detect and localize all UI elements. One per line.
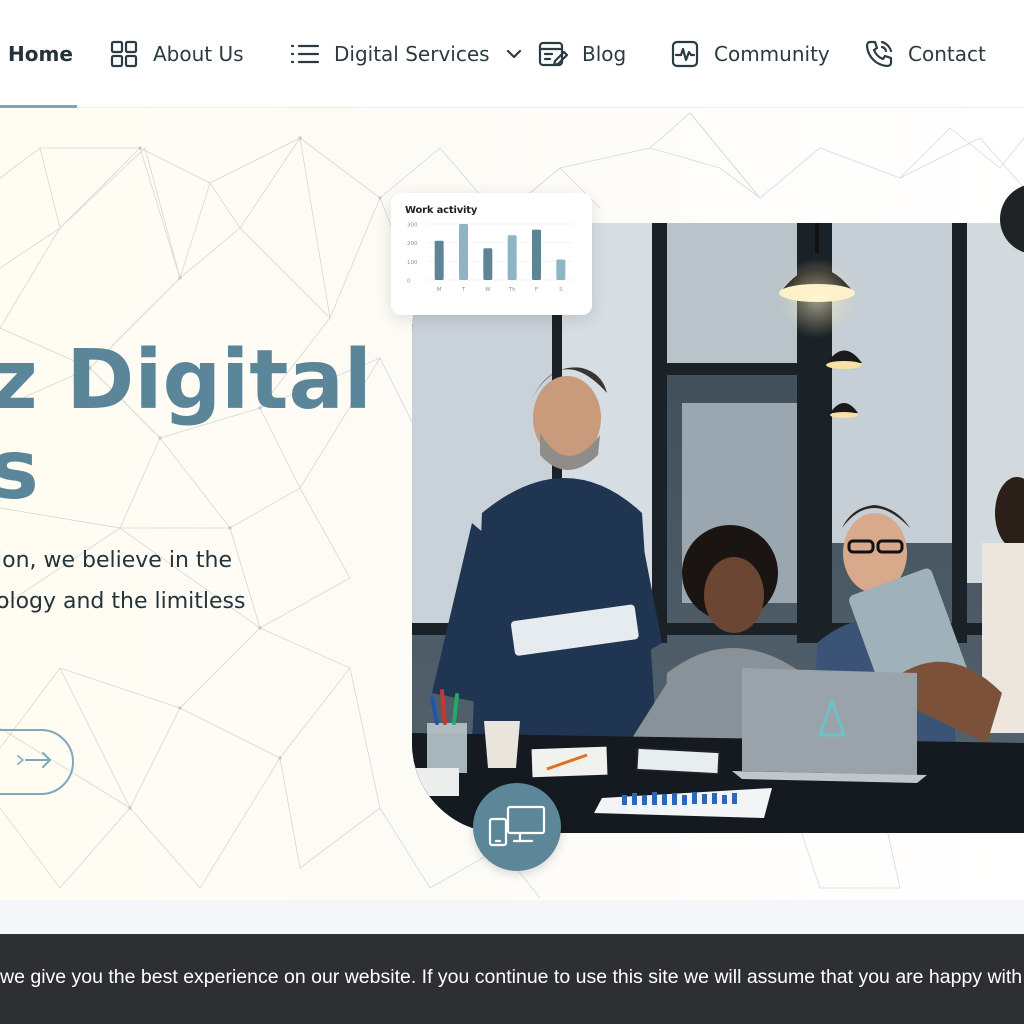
section-divider — [0, 900, 1024, 934]
grid-icon — [109, 39, 139, 69]
y-tick-label: 300 — [407, 223, 418, 229]
hero-cta-button[interactable] — [0, 729, 74, 795]
nav-home[interactable]: Home — [8, 0, 73, 108]
nav-community-label: Community — [714, 42, 830, 66]
work-activity-card: Work activity 300 200 100 0 M T W Th F S — [391, 193, 592, 315]
cookie-banner: we give you the best experience on our w… — [0, 934, 1024, 1024]
x-tick-label: T — [461, 287, 466, 293]
hero-section: z Digital s ion, we believe in the ology… — [0, 108, 1024, 900]
arrow-right-icon — [16, 750, 54, 774]
x-tick-label: Th — [508, 287, 516, 293]
hero-title: z Digital s — [0, 333, 372, 518]
hero-description: ion, we believe in the ology and the lim… — [0, 548, 246, 614]
nav-blog[interactable]: Blog — [538, 0, 626, 108]
nav-contact-label: Contact — [908, 42, 986, 66]
edit-note-icon — [538, 39, 568, 69]
x-tick-label: W — [485, 287, 491, 293]
chart-bar — [434, 240, 444, 280]
nav-contact[interactable]: Contact — [864, 0, 986, 108]
x-tick-label: F — [535, 287, 538, 293]
chart-bar — [483, 248, 493, 280]
y-tick-label: 100 — [407, 260, 418, 266]
work-activity-chart: 300 200 100 0 M T W Th F S — [407, 223, 573, 293]
nav-community[interactable]: Community — [670, 0, 830, 108]
chevron-down-icon — [504, 39, 524, 69]
pulse-icon — [670, 39, 700, 69]
chart-bar — [459, 224, 468, 280]
y-tick-label: 0 — [407, 279, 411, 285]
devices-icon — [486, 801, 548, 853]
nav-digital-services[interactable]: Digital Services — [290, 0, 524, 108]
x-tick-label: M — [437, 287, 442, 293]
nav-about-us-label: About Us — [153, 42, 244, 66]
nav-home-label: Home — [8, 42, 73, 66]
nav-digital-services-label: Digital Services — [334, 42, 490, 66]
devices-badge[interactable] — [473, 783, 561, 871]
main-nav: Home About Us Digital Services Blog Comm… — [0, 0, 1024, 108]
x-tick-label: S — [559, 287, 563, 293]
y-tick-label: 200 — [407, 241, 418, 247]
chart-bar — [507, 235, 517, 280]
phone-icon — [864, 39, 894, 69]
nav-blog-label: Blog — [582, 42, 627, 66]
chart-bar — [556, 259, 566, 280]
cookie-notice-text: we give you the best experience on our w… — [0, 966, 1024, 988]
list-icon — [290, 39, 320, 69]
nav-about-us[interactable]: About Us — [109, 0, 244, 108]
chart-bar — [532, 229, 541, 280]
work-activity-title: Work activity — [405, 205, 478, 216]
